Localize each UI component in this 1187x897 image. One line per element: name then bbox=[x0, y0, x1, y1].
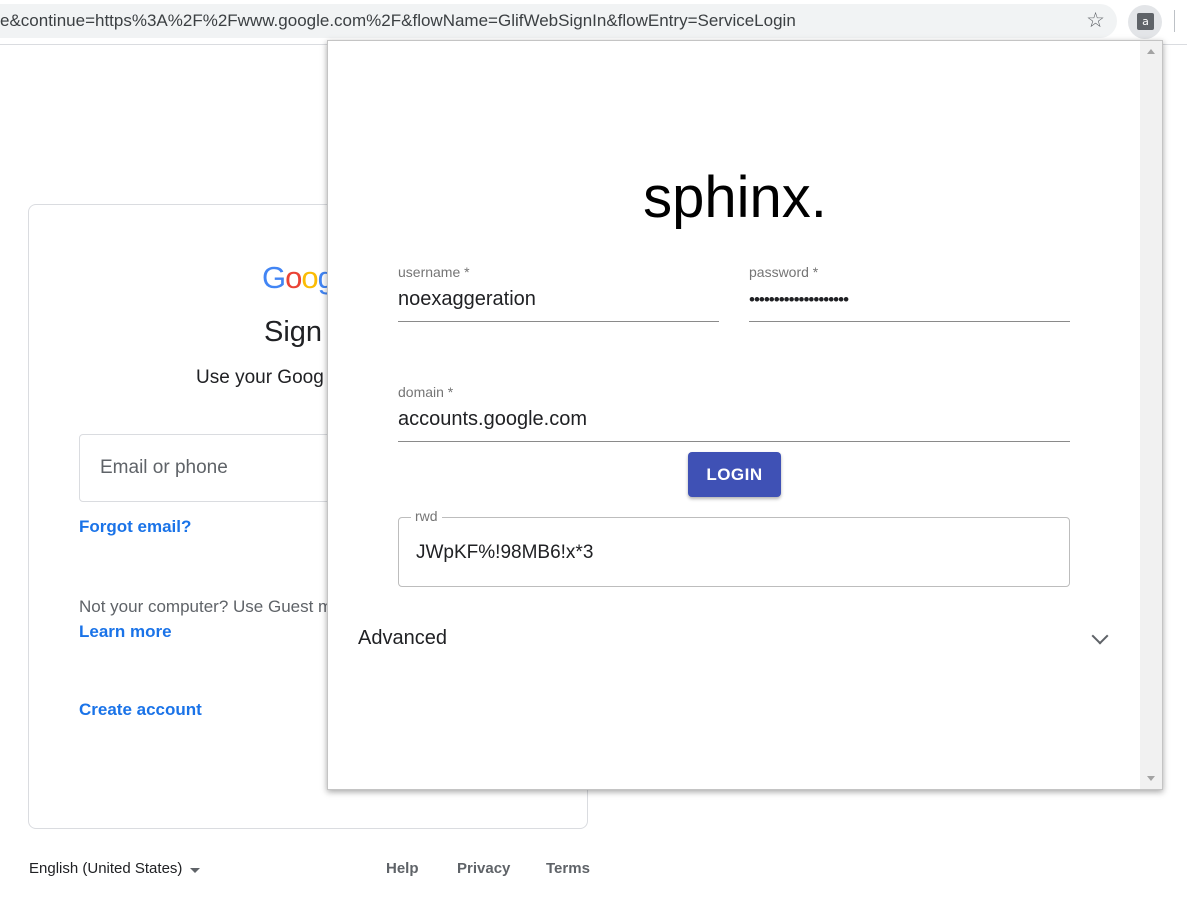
browser-toolbar: e&continue=https%3A%2F%2Fwww.google.com%… bbox=[0, 0, 1187, 45]
login-button[interactable]: LOGIN bbox=[688, 452, 781, 497]
toolbar-divider bbox=[1174, 10, 1175, 32]
popup-scrollbar[interactable] bbox=[1140, 41, 1162, 789]
page-subtitle: Use your Goog bbox=[196, 367, 324, 388]
language-select[interactable]: English (United States) bbox=[29, 860, 182, 877]
chevron-down-icon[interactable] bbox=[1091, 627, 1109, 645]
create-account-button[interactable]: Create account bbox=[79, 700, 202, 720]
forgot-email-link[interactable]: Forgot email? bbox=[79, 517, 191, 537]
google-logo: Goog bbox=[262, 260, 335, 296]
logo-letter: o bbox=[285, 260, 302, 295]
password-label: password * bbox=[749, 264, 819, 280]
advanced-label: Advanced bbox=[358, 627, 447, 649]
username-field[interactable]: username * noexaggeration bbox=[398, 264, 719, 322]
username-label: username * bbox=[398, 264, 470, 280]
address-url[interactable]: e&continue=https%3A%2F%2Fwww.google.com%… bbox=[0, 4, 1075, 38]
learn-more-link[interactable]: Learn more bbox=[79, 622, 172, 642]
guest-mode-text: Not your computer? Use Guest m bbox=[79, 597, 333, 616]
footer-help-link[interactable]: Help bbox=[386, 860, 419, 877]
page-title: Sign bbox=[264, 316, 323, 348]
domain-value[interactable]: accounts.google.com bbox=[398, 408, 587, 431]
logo-letter: o bbox=[301, 260, 318, 295]
field-underline bbox=[749, 321, 1070, 322]
domain-field[interactable]: domain * accounts.google.com bbox=[398, 384, 1070, 442]
logo-letter: G bbox=[262, 260, 286, 295]
footer-terms-link[interactable]: Terms bbox=[546, 860, 590, 877]
field-underline bbox=[398, 441, 1070, 442]
rwd-value[interactable]: JWpKF%!98MB6!x*3 bbox=[416, 542, 593, 564]
advanced-expander[interactable]: Advanced bbox=[358, 625, 1109, 665]
field-underline bbox=[398, 321, 719, 322]
scroll-up-arrow-icon[interactable] bbox=[1147, 49, 1155, 54]
rwd-label: rwd bbox=[411, 508, 442, 524]
username-value[interactable]: noexaggeration bbox=[398, 288, 536, 311]
bookmark-star-icon[interactable]: ☆ bbox=[1086, 4, 1105, 38]
extension-icon: a bbox=[1137, 13, 1154, 30]
password-field[interactable]: password * •••••••••••••••••••• bbox=[749, 264, 1070, 322]
chevron-down-icon[interactable] bbox=[190, 868, 200, 873]
footer-privacy-link[interactable]: Privacy bbox=[457, 860, 510, 877]
address-bar[interactable]: e&continue=https%3A%2F%2Fwww.google.com%… bbox=[0, 4, 1117, 38]
domain-label: domain * bbox=[398, 384, 454, 400]
sphinx-title: sphinx. bbox=[643, 165, 827, 230]
extension-button[interactable]: a bbox=[1128, 5, 1162, 39]
rwd-output-field[interactable]: rwd JWpKF%!98MB6!x*3 bbox=[398, 508, 1070, 587]
email-placeholder: Email or phone bbox=[100, 457, 228, 478]
password-value[interactable]: •••••••••••••••••••• bbox=[749, 290, 849, 310]
sphinx-popup: sphinx. username * noexaggeration passwo… bbox=[327, 40, 1163, 790]
scroll-down-arrow-icon[interactable] bbox=[1147, 776, 1155, 781]
